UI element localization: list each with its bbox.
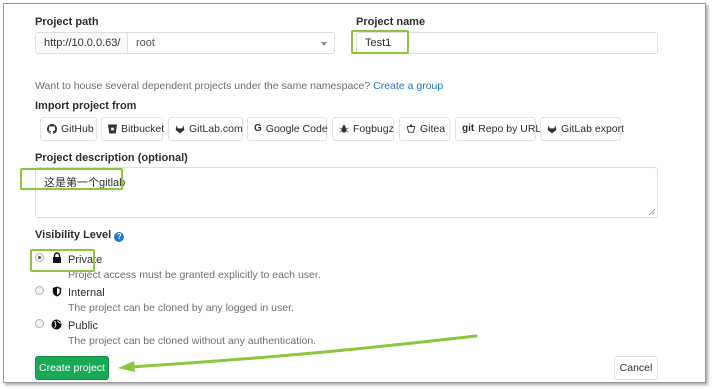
resize-handle[interactable] — [649, 209, 655, 215]
annotation-arrow — [118, 334, 478, 372]
import-github-button[interactable]: GitHub — [40, 117, 97, 141]
visibility-internal-description: The project can be cloned by any logged … — [68, 302, 294, 314]
visibility-internal-title: Internal — [68, 287, 105, 299]
git-icon: git — [462, 123, 475, 134]
visibility-public-radio[interactable] — [35, 319, 44, 328]
import-project-label: Import project from — [35, 100, 137, 112]
cancel-button[interactable]: Cancel — [614, 356, 658, 380]
import-fogbugz-button[interactable]: Fogbugz — [332, 117, 394, 141]
google-icon: G — [254, 123, 262, 134]
project-description-textarea[interactable]: 这是第一个gitlab — [35, 167, 658, 218]
visibility-level-label: Visibility Level ? — [35, 229, 125, 242]
import-gitlab-export-button[interactable]: GitLab export — [540, 117, 624, 141]
namespace-hint-text: Want to house several dependent projects… — [35, 80, 371, 92]
project-path-prefix: http://10.0.0.63/ — [35, 32, 130, 54]
bitbucket-icon — [108, 124, 117, 134]
question-circle-icon[interactable]: ? — [114, 232, 125, 242]
create-group-link[interactable]: Create a group — [373, 80, 443, 92]
github-icon — [47, 124, 57, 134]
highlight-box-project-name — [351, 30, 409, 54]
project-path-label: Project path — [35, 16, 99, 28]
import-gitlab-com-button[interactable]: GitLab.com — [168, 117, 243, 141]
bug-icon — [339, 124, 349, 134]
chevron-down-icon — [321, 42, 327, 46]
namespace-value: root — [136, 37, 155, 49]
highlight-box-description — [20, 168, 123, 190]
visibility-public-title: Public — [68, 320, 98, 332]
gitea-icon — [406, 124, 416, 134]
highlight-box-private — [30, 249, 95, 272]
import-google-code-button[interactable]: G Google Code — [247, 117, 328, 141]
new-project-form: Project path http://10.0.0.63/ root Proj… — [3, 3, 706, 383]
import-gitea-button[interactable]: Gitea — [399, 117, 450, 141]
namespace-hint: Want to house several dependent projects… — [35, 80, 443, 92]
import-repo-by-url-button[interactable]: git Repo by URL — [455, 117, 541, 141]
import-bitbucket-button[interactable]: Bitbucket — [101, 117, 164, 141]
visibility-internal-radio[interactable] — [35, 286, 44, 295]
globe-icon — [51, 319, 62, 333]
gitlab-icon — [175, 124, 185, 134]
project-description-label: Project description (optional) — [35, 152, 188, 164]
visibility-private-description: Project access must be granted explicitl… — [68, 269, 321, 281]
project-name-label: Project name — [356, 16, 426, 28]
gitlab-icon — [547, 124, 557, 134]
shield-icon — [52, 286, 62, 300]
namespace-select[interactable]: root — [127, 32, 335, 54]
create-project-button[interactable]: Create project — [35, 356, 109, 380]
